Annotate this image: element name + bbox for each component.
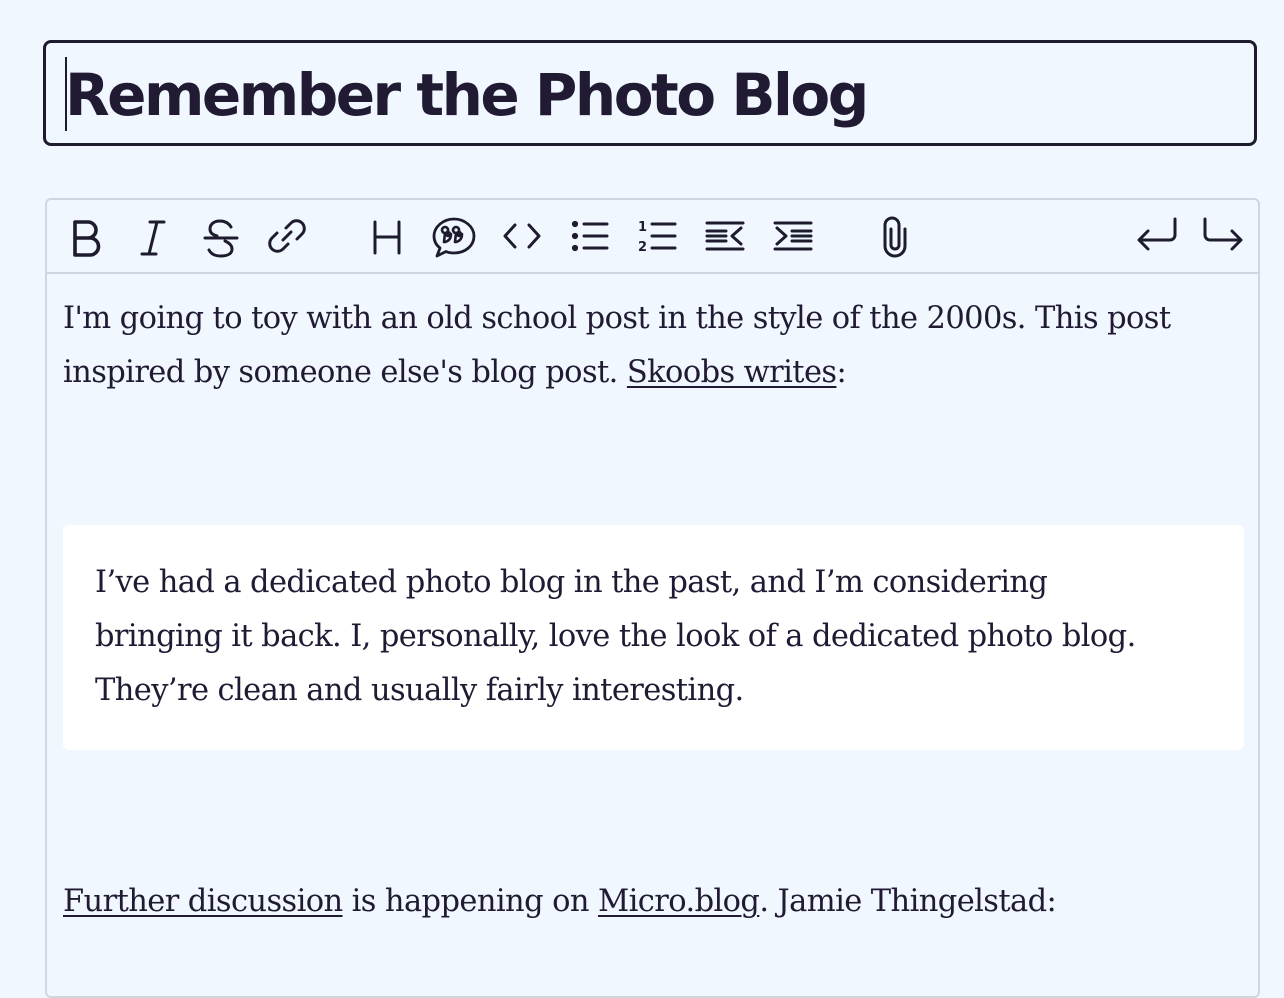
quote-line2: bringing it back. I, personally, love th… <box>95 619 1136 654</box>
redo-button[interactable] <box>1197 210 1249 262</box>
quote-icon <box>432 217 476 258</box>
bullet-list-icon <box>571 220 609 252</box>
italic-icon <box>140 220 166 256</box>
link-button[interactable] <box>261 210 313 262</box>
skoobs-link[interactable]: Skoobs writes <box>627 355 837 390</box>
microblog-link[interactable]: Micro.blog <box>598 884 760 919</box>
outdent-icon <box>705 221 745 251</box>
italic-button[interactable] <box>127 210 179 262</box>
paragraph-intro-line2: inspired by someone else's blog post. <box>63 355 618 390</box>
undo-button[interactable] <box>1131 210 1183 262</box>
editor-toolbar: 1 2 <box>47 200 1258 274</box>
paragraph-discussion: Further discussion is happening on Micro… <box>63 875 1057 929</box>
code-icon <box>503 223 541 249</box>
bold-button[interactable] <box>60 210 112 262</box>
paragraph-intro-line1: I'm going to toy with an old school post… <box>63 301 1171 336</box>
strikethrough-button[interactable] <box>195 210 247 262</box>
svg-text:2: 2 <box>638 240 647 255</box>
outdent-button[interactable] <box>699 210 751 262</box>
paragraph-intro: I'm going to toy with an old school post… <box>63 292 1248 400</box>
discussion-after-text: . Jamie Thingelstad: <box>759 884 1057 919</box>
undo-icon <box>1137 217 1177 251</box>
quote-line1: I’ve had a dedicated photo blog in the p… <box>95 565 1048 600</box>
numbered-list-icon: 1 2 <box>638 220 677 255</box>
bullet-list-button[interactable] <box>564 210 616 262</box>
quote-line3: They’re clean and usually fairly interes… <box>95 673 744 708</box>
numbered-list-button[interactable]: 1 2 <box>631 210 683 262</box>
further-discussion-link[interactable]: Further discussion <box>63 884 343 919</box>
blockquote: I’ve had a dedicated photo blog in the p… <box>63 525 1244 750</box>
paperclip-icon <box>883 216 907 258</box>
heading-button[interactable] <box>361 210 413 262</box>
colon-text: : <box>836 355 847 390</box>
quote-button[interactable] <box>428 210 480 262</box>
heading-icon <box>373 220 401 255</box>
bold-icon <box>73 220 101 257</box>
svg-text:1: 1 <box>638 220 647 235</box>
discussion-middle-text: is happening on <box>342 884 599 919</box>
link-icon <box>268 219 306 253</box>
title-field[interactable]: Remember the Photo Blog <box>43 40 1257 146</box>
strikethrough-icon <box>203 219 239 258</box>
attach-button[interactable] <box>869 210 921 262</box>
redo-icon <box>1203 217 1243 251</box>
indent-button[interactable] <box>767 210 819 262</box>
code-button[interactable] <box>496 210 548 262</box>
post-title[interactable]: Remember the Photo Blog <box>65 61 869 129</box>
indent-icon <box>773 221 813 251</box>
rich-text-editor[interactable]: 1 2 I'm going to toy with an old school … <box>45 198 1260 998</box>
